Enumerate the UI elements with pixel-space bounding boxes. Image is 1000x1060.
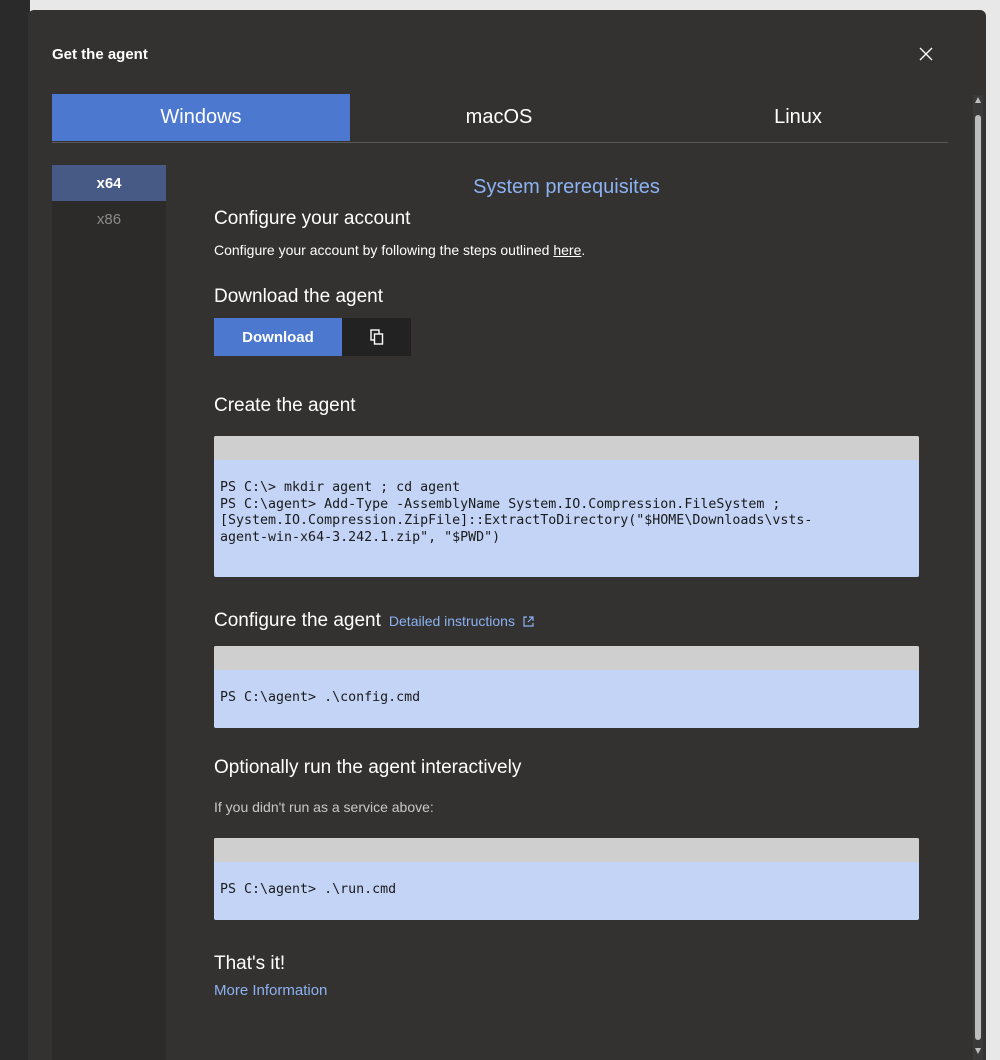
backdrop-left-edge <box>0 0 30 1060</box>
copy-download-url-button[interactable] <box>342 318 411 356</box>
code-block-toolbar <box>214 646 919 670</box>
close-button[interactable] <box>912 40 940 68</box>
configure-agent-code: PS C:\agent> .\config.cmd <box>220 690 421 705</box>
scrollbar-thumb[interactable] <box>975 115 981 1040</box>
configure-account-description: Configure your account by following the … <box>214 242 554 258</box>
architecture-sidebar: x64 x86 <box>52 165 166 1060</box>
detailed-instructions-label: Detailed instructions <box>388 613 515 629</box>
configure-agent-heading-text: Configure the agent <box>214 610 381 631</box>
detailed-instructions-link[interactable]: Detailed instructions <box>389 613 534 629</box>
scroll-down-icon[interactable] <box>975 1048 981 1054</box>
run-agent-heading: Optionally run the agent interactively <box>214 757 522 778</box>
copy-icon <box>369 329 383 345</box>
create-agent-heading: Create the agent <box>214 395 356 416</box>
run-agent-code: PS C:\agent> .\run.cmd <box>220 882 397 897</box>
configure-agent-code-block[interactable]: PS C:\agent> .\config.cmd <box>214 646 919 728</box>
run-agent-text: If you didn't run as a service above: <box>214 799 434 815</box>
system-prerequisites-link[interactable]: System prerequisites <box>214 176 919 199</box>
code-block-toolbar <box>214 838 919 862</box>
download-button-group: Download <box>214 318 411 356</box>
sidebar-item-x64[interactable]: x64 <box>52 165 166 201</box>
configure-account-heading: Configure your account <box>214 208 411 229</box>
scroll-up-icon[interactable] <box>975 97 981 103</box>
download-button[interactable]: Download <box>214 318 342 356</box>
get-agent-dialog: Get the agent Windows macOS Linux x64 x8… <box>28 10 986 1060</box>
create-agent-code-block[interactable]: PS C:\> mkdir agent ; cd agent PS C:\age… <box>214 436 919 577</box>
vertical-scrollbar[interactable] <box>971 95 985 1060</box>
dialog-title: Get the agent <box>52 46 148 63</box>
configure-account-text: Configure your account by following the … <box>214 242 585 258</box>
close-icon <box>919 47 933 61</box>
tab-linux[interactable]: Linux <box>648 94 948 141</box>
external-link-icon <box>523 616 534 627</box>
configure-account-suffix: . <box>581 242 586 258</box>
here-link[interactable]: here <box>553 242 581 258</box>
more-information-link[interactable]: More Information <box>214 982 327 999</box>
create-agent-code: PS C:\> mkdir agent ; cd agent PS C:\age… <box>220 480 813 545</box>
download-agent-heading: Download the agent <box>214 286 384 307</box>
tab-windows[interactable]: Windows <box>52 94 350 141</box>
code-block-toolbar <box>214 436 919 460</box>
tab-macos[interactable]: macOS <box>350 94 648 141</box>
configure-agent-heading: Configure the agent Detailed instructions <box>214 610 534 632</box>
sidebar-item-x86[interactable]: x86 <box>52 201 166 237</box>
os-tabs: Windows macOS Linux <box>52 94 948 143</box>
run-agent-code-block[interactable]: PS C:\agent> .\run.cmd <box>214 838 919 920</box>
done-heading: That's it! <box>214 953 286 974</box>
